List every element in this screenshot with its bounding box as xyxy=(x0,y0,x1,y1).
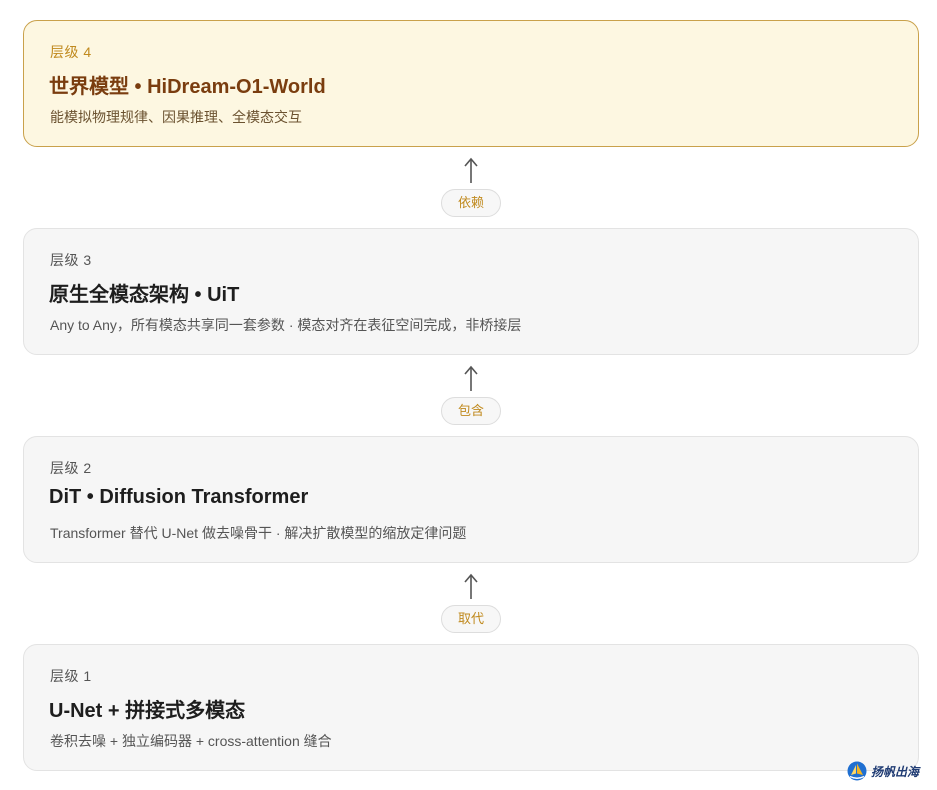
watermark-logo: 扬帆出海 xyxy=(847,760,919,782)
relation-label-contains: 包含 xyxy=(441,397,501,425)
up-arrow-icon xyxy=(464,157,478,183)
layer-card-3: 层级 3 原生全模态架构 • UiT Any to Any，所有模态共享同一套参… xyxy=(23,228,919,355)
layer-card-4: 层级 4 世界模型 • HiDream-O1-World 能模拟物理规律、因果推… xyxy=(23,20,919,147)
layer-description: 卷积去噪 + 独立编码器 + cross-attention 缝合 xyxy=(50,733,332,749)
layer-description: 能模拟物理规律、因果推理、全模态交互 xyxy=(50,109,302,125)
layer-level-label: 层级 4 xyxy=(50,44,92,60)
layer-title: U-Net + 拼接式多模态 xyxy=(49,700,246,722)
layer-level-label: 层级 3 xyxy=(50,252,92,268)
layer-description: Transformer 替代 U-Net 做去噪骨干 · 解决扩散模型的缩放定律… xyxy=(50,525,467,541)
layer-card-2: 层级 2 DiT • Diffusion Transformer Transfo… xyxy=(23,436,919,563)
layer-level-label: 层级 2 xyxy=(50,460,92,476)
up-arrow-icon xyxy=(464,573,478,599)
layer-title: DiT • Diffusion Transformer xyxy=(49,486,309,508)
layer-level-label: 层级 1 xyxy=(50,668,92,684)
relation-label-depends: 依赖 xyxy=(441,189,501,217)
layer-title: 世界模型 • HiDream-O1-World xyxy=(49,76,326,98)
layer-card-1: 层级 1 U-Net + 拼接式多模态 卷积去噪 + 独立编码器 + cross… xyxy=(23,644,919,771)
sail-logo-icon xyxy=(847,761,867,781)
up-arrow-icon xyxy=(464,365,478,391)
watermark-text: 扬帆出海 xyxy=(871,764,920,779)
layer-description: Any to Any，所有模态共享同一套参数 · 模态对齐在表征空间完成，非桥接… xyxy=(50,317,522,333)
layer-title: 原生全模态架构 • UiT xyxy=(49,284,240,306)
relation-label-replaces: 取代 xyxy=(441,605,501,633)
